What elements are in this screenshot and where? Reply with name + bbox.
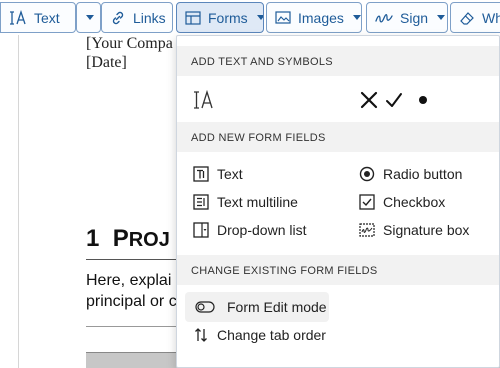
paragraph-line-1: Here, explai [86, 272, 172, 289]
text-cursor-icon [9, 9, 27, 26]
forms-dropdown-menu: ADD TEXT AND SYMBOLS ADD NEW FORM FIELDS… [176, 35, 500, 368]
add-text-multiline-field[interactable]: Text multiline [193, 194, 298, 210]
radio-button-icon [359, 166, 375, 182]
sign-label: Sign [400, 9, 429, 26]
dropdown-field-icon [193, 222, 209, 238]
whiteout-button[interactable]: Wh [450, 2, 500, 33]
multiline-field-icon [193, 194, 209, 210]
chevron-down-icon [256, 15, 263, 20]
section-header-text-symbols: ADD TEXT AND SYMBOLS [177, 46, 499, 76]
section-heading: 1 PROJ [86, 225, 170, 253]
add-radio-button-field[interactable]: Radio button [359, 166, 462, 182]
chevron-down-icon [352, 15, 361, 20]
signature-box-icon [359, 222, 375, 238]
text-field-icon [193, 166, 209, 182]
sign-button[interactable]: Sign [366, 2, 448, 33]
form-edit-mode-label: Form Edit mode [227, 299, 327, 315]
cross-mark-icon[interactable] [359, 90, 379, 110]
add-signature-box-field[interactable]: Signature box [359, 222, 469, 238]
checkbox-icon [359, 194, 375, 210]
checkbox-label: Checkbox [383, 194, 446, 210]
dot-icon[interactable] [416, 93, 430, 107]
change-tab-order-label: Change tab order [217, 327, 326, 343]
chevron-down-icon [86, 15, 94, 20]
check-mark-icon[interactable] [384, 90, 404, 110]
text-field-label: Text [217, 166, 243, 182]
text-tool-button[interactable]: Text [0, 2, 76, 33]
dropdown-list-label: Drop-down list [217, 222, 307, 238]
text-tool-dropdown[interactable] [76, 2, 101, 33]
forms-label: Forms [208, 9, 248, 26]
sort-arrows-icon [193, 327, 209, 343]
text-tool-label: Text [34, 9, 60, 26]
links-button[interactable]: Links [101, 2, 173, 33]
toggle-switch-icon [195, 299, 215, 315]
eraser-icon [459, 11, 475, 25]
toolbar: Text Links Forms Images Sign Wh [0, 0, 500, 35]
add-dropdown-list-field[interactable]: Drop-down list [193, 222, 306, 238]
paragraph-line-2: principal or c [86, 293, 177, 310]
change-tab-order-item[interactable]: Change tab order [193, 327, 326, 343]
chevron-down-icon [437, 15, 446, 20]
links-label: Links [133, 9, 166, 26]
images-label: Images [298, 9, 344, 26]
text-multiline-label: Text multiline [217, 194, 298, 210]
heading-initial: P [112, 225, 129, 252]
date-placeholder: [Date] [86, 54, 127, 71]
add-text-icon[interactable] [193, 89, 215, 111]
whiteout-label: Wh [482, 9, 500, 26]
heading-rest: ROJ [128, 229, 170, 251]
company-placeholder: [Your Compa [86, 35, 173, 52]
forms-button[interactable]: Forms [176, 2, 264, 33]
link-icon [110, 10, 126, 26]
form-table-icon [185, 10, 201, 25]
image-icon [275, 11, 291, 24]
form-edit-mode-toggle[interactable]: Form Edit mode [185, 292, 329, 322]
section-header-new-fields: ADD NEW FORM FIELDS [177, 122, 499, 152]
page-margin-line [18, 35, 19, 368]
heading-number: 1 [86, 225, 100, 252]
signature-box-label: Signature box [383, 222, 470, 238]
images-button[interactable]: Images [266, 2, 362, 33]
radio-button-label: Radio button [383, 166, 463, 182]
add-checkbox-field[interactable]: Checkbox [359, 194, 445, 210]
add-text-field[interactable]: Text [193, 166, 243, 182]
signature-icon [375, 11, 393, 25]
section-header-existing-fields: CHANGE EXISTING FORM FIELDS [177, 255, 499, 285]
